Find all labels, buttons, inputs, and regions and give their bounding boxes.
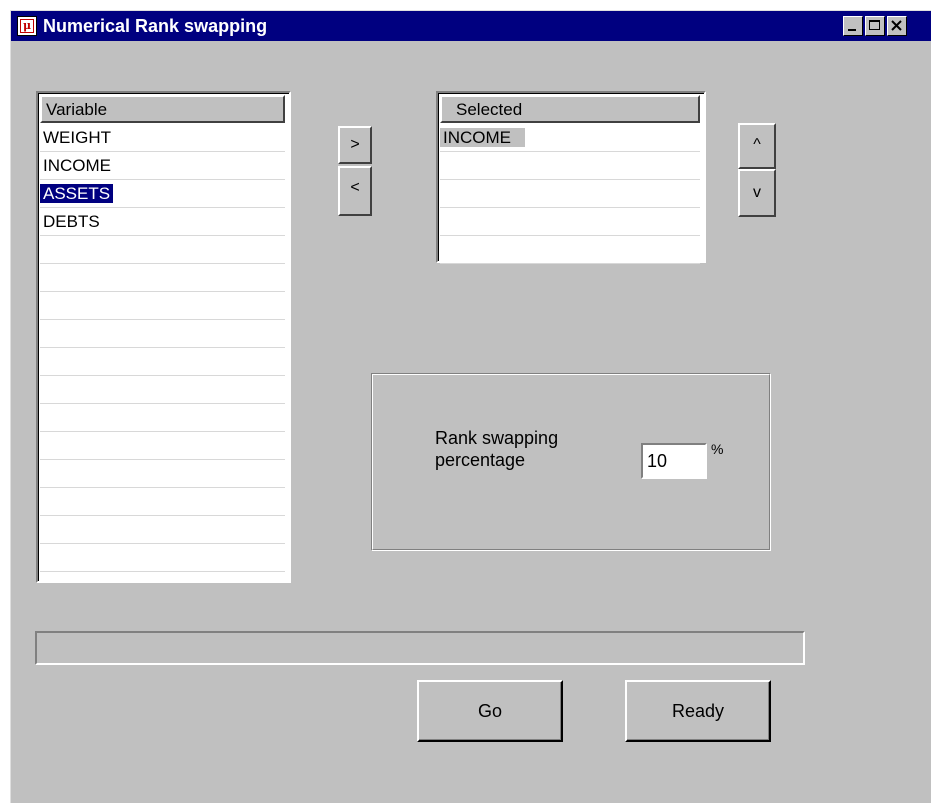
variable-header-label: Variable [46, 100, 108, 119]
move-up-button[interactable]: ^ [738, 123, 776, 169]
ready-button[interactable]: Ready [625, 680, 771, 742]
variable-list[interactable]: Variable WEIGHT INCOME ASSETS DEBTS [36, 91, 291, 583]
app-window: μ Numerical Rank swapping Variable WEIGH… [10, 10, 931, 803]
maximize-button[interactable] [865, 16, 885, 36]
variable-list-row[interactable] [40, 236, 285, 264]
window-title: Numerical Rank swapping [43, 16, 268, 36]
variable-list-row[interactable] [40, 488, 285, 516]
selected-list-row[interactable] [440, 208, 700, 236]
variable-list-row[interactable] [40, 376, 285, 404]
variable-list-row[interactable] [40, 516, 285, 544]
selected-list[interactable]: Selected INCOME [436, 91, 706, 264]
variable-list-row[interactable] [40, 404, 285, 432]
selected-list-row[interactable] [440, 152, 700, 180]
maximize-icon [869, 20, 880, 30]
go-button[interactable]: Go [417, 680, 563, 742]
variable-list-item-label: ASSETS [38, 183, 115, 204]
percentage-label: Rank swapping percentage [435, 428, 559, 470]
selected-list-header[interactable]: Selected [440, 95, 700, 123]
minimize-button[interactable] [843, 16, 863, 36]
selected-header-label: Selected [456, 100, 523, 119]
variable-list-row[interactable]: DEBTS [40, 208, 285, 236]
variable-list-item-label: INCOME [43, 156, 111, 175]
variable-list-row[interactable] [40, 544, 285, 572]
variable-list-row[interactable] [40, 348, 285, 376]
variable-list-row[interactable] [40, 292, 285, 320]
title-bar[interactable]: μ Numerical Rank swapping [11, 11, 931, 41]
variable-list-row[interactable]: ASSETS [38, 180, 285, 208]
variable-list-row[interactable]: WEIGHT [40, 124, 285, 152]
progress-bar [35, 631, 805, 665]
variable-list-row[interactable] [40, 320, 285, 348]
selected-list-item-label: INCOME [440, 128, 525, 147]
move-down-button[interactable]: v [738, 169, 776, 217]
remove-variable-button[interactable]: < [338, 166, 372, 216]
variable-list-item-label: WEIGHT [43, 128, 111, 147]
percentage-input[interactable] [645, 447, 707, 475]
variable-list-row[interactable] [40, 264, 285, 292]
percentage-unit: % [711, 441, 724, 457]
close-button[interactable] [887, 16, 907, 36]
selected-list-row[interactable] [440, 236, 700, 264]
percentage-group: Rank swapping percentage % [371, 373, 771, 551]
variable-list-row[interactable]: INCOME [40, 152, 285, 180]
close-icon [891, 20, 902, 31]
selected-list-row[interactable] [440, 180, 700, 208]
app-icon[interactable]: μ [17, 16, 37, 36]
minimize-icon [848, 29, 856, 31]
percentage-field[interactable] [641, 443, 707, 479]
variable-list-row[interactable] [40, 432, 285, 460]
variable-list-row[interactable] [40, 460, 285, 488]
add-variable-button[interactable]: > [338, 126, 372, 164]
variable-list-header[interactable]: Variable [40, 95, 285, 123]
variable-list-item-label: DEBTS [43, 212, 100, 231]
selected-list-row[interactable]: INCOME [440, 124, 700, 152]
